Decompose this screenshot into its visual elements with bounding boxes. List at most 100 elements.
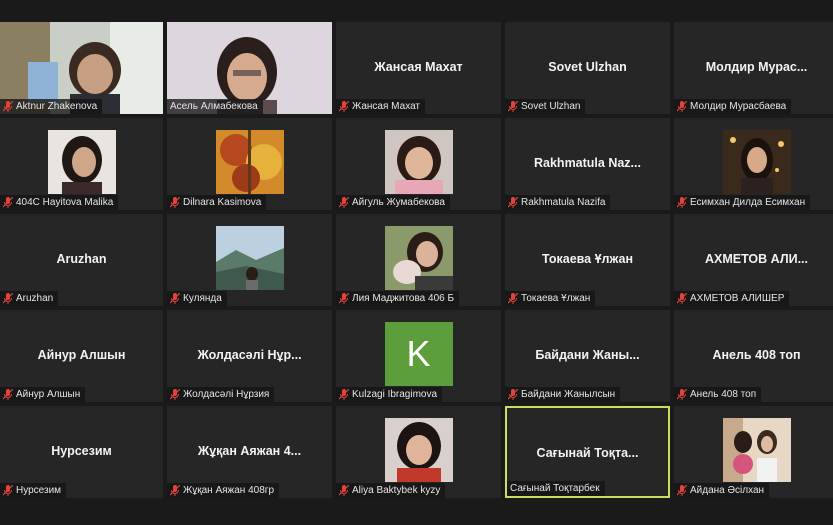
participant-name: Aliya Baktybek kyzy: [352, 485, 441, 496]
participant-name: Молдир Мурасбаева: [690, 101, 787, 112]
profile-photo: [384, 418, 453, 482]
muted-mic-icon: [677, 293, 687, 304]
participant-display-name: Нурсезим: [51, 444, 112, 458]
gallery-view: Aktnur Zhakenova Асель Алмабекова Жансая…: [0, 22, 833, 508]
muted-mic-icon: [677, 197, 687, 208]
profile-photo: [722, 418, 791, 482]
participant-name-label: Токаева Ұлжан: [505, 291, 596, 306]
participant-name-label: Асель Алмабекова: [167, 99, 263, 114]
participant-name-label: Rakhmatula Nazifa: [505, 195, 611, 210]
participant-display-name: АХМЕТОВ АЛИ...: [704, 252, 808, 266]
participant-name: Aruzhan: [16, 293, 54, 304]
participant-name-label: Лия Маджитова 406 Б: [336, 291, 460, 306]
avatar: K: [384, 322, 453, 386]
muted-mic-icon: [170, 197, 180, 208]
participant-name-label: Kulzagi Ibragimova: [336, 387, 443, 402]
participant-name: Сағынай Тоқтарбек: [510, 483, 600, 494]
muted-mic-icon: [677, 485, 687, 496]
participant-name-label: Анель 408 топ: [674, 387, 762, 402]
participant-tile[interactable]: Dilnara Kasimova: [167, 118, 332, 210]
participant-display-name: Sovet Ulzhan: [548, 60, 627, 74]
muted-mic-icon: [508, 101, 518, 112]
participant-tile[interactable]: АХМЕТОВ АЛИ... АХМЕТОВ АЛИШЕР: [674, 214, 833, 306]
participant-tile[interactable]: Токаева Ұлжан Токаева Ұлжан: [505, 214, 670, 306]
participant-tile[interactable]: 404C Hayitova Malika: [0, 118, 163, 210]
participant-name: Байдани Жанылсын: [521, 389, 616, 400]
muted-mic-icon: [677, 389, 687, 400]
participant-name: АХМЕТОВ АЛИШЕР: [690, 293, 785, 304]
participant-tile[interactable]: Айдана Әсілхан: [674, 406, 833, 498]
participant-tile[interactable]: Жолдасәлі Нұр... Жолдасәлі Нұрзия: [167, 310, 332, 402]
participant-name: Dilnara Kasimova: [183, 197, 262, 208]
participant-tile[interactable]: Aliya Baktybek kyzy: [336, 406, 501, 498]
muted-mic-icon: [677, 101, 687, 112]
participant-display-name: Анель 408 топ: [712, 348, 801, 362]
participant-display-name: Жансая Махат: [374, 60, 463, 74]
participant-tile[interactable]: Анель 408 топ Анель 408 топ: [674, 310, 833, 402]
muted-mic-icon: [3, 197, 13, 208]
profile-photo: [384, 130, 453, 194]
participant-name-label: Сағынай Тоқтарбек: [507, 481, 605, 496]
muted-mic-icon: [170, 389, 180, 400]
participant-name-label: Есимхан Дилда Есимхан: [674, 195, 811, 210]
participant-tile[interactable]: Кулянда: [167, 214, 332, 306]
muted-mic-icon: [3, 485, 13, 496]
muted-mic-icon: [508, 389, 518, 400]
participant-name-label: Dilnara Kasimova: [167, 195, 267, 210]
participant-name: Лия Маджитова 406 Б: [352, 293, 455, 304]
participant-display-name: Айнур Алшын: [37, 348, 126, 362]
participant-name-label: Жолдасәлі Нұрзия: [167, 387, 275, 402]
muted-mic-icon: [3, 101, 13, 112]
participant-tile[interactable]: Асель Алмабекова: [167, 22, 332, 114]
participant-tile[interactable]: Айнур Алшын Айнур Алшын: [0, 310, 163, 402]
participant-tile[interactable]: Есимхан Дилда Есимхан: [674, 118, 833, 210]
participant-name: Айгуль Жумабекова: [352, 197, 445, 208]
participant-name: Жұқан Аяжан 408гр: [183, 485, 275, 496]
participant-name-label: Кулянда: [167, 291, 227, 306]
muted-mic-icon: [339, 293, 349, 304]
participant-name-label: Айдана Әсілхан: [674, 483, 770, 498]
muted-mic-icon: [170, 293, 180, 304]
participant-tile[interactable]: Жансая Махат Жансая Махат: [336, 22, 501, 114]
participant-tile[interactable]: Aruzhan Aruzhan: [0, 214, 163, 306]
participant-tile[interactable]: Sovet Ulzhan Sovet Ulzhan: [505, 22, 670, 114]
participant-name-label: Aliya Baktybek kyzy: [336, 483, 446, 498]
participant-tile[interactable]: Айгуль Жумабекова: [336, 118, 501, 210]
participant-name-label: Aruzhan: [0, 291, 59, 306]
participant-display-name: Жолдасәлі Нұр...: [197, 348, 302, 362]
participant-name: Aktnur Zhakenova: [16, 101, 98, 112]
muted-mic-icon: [3, 389, 13, 400]
participant-tile[interactable]: Aktnur Zhakenova: [0, 22, 163, 114]
participant-name: Rakhmatula Nazifa: [521, 197, 606, 208]
profile-photo: [722, 130, 791, 194]
participant-name-label: Нурсезим: [0, 483, 67, 498]
participant-name: Айнур Алшын: [16, 389, 81, 400]
participant-tile[interactable]: Байдани Жаны... Байдани Жанылсын: [505, 310, 670, 402]
participant-name: Нурсезим: [16, 485, 62, 496]
participant-tile[interactable]: Нурсезим Нурсезим: [0, 406, 163, 498]
participant-display-name: Байдани Жаны...: [535, 348, 640, 362]
muted-mic-icon: [508, 293, 518, 304]
participant-tile[interactable]: Жұқан Аяжан 4... Жұқан Аяжан 408гр: [167, 406, 332, 498]
participant-tile[interactable]: Лия Маджитова 406 Б: [336, 214, 501, 306]
muted-mic-icon: [339, 197, 349, 208]
participant-tile[interactable]: Молдир Мурас... Молдир Мурасбаева: [674, 22, 833, 114]
muted-mic-icon: [508, 197, 518, 208]
participant-name-label: Aktnur Zhakenova: [0, 99, 103, 114]
active-speaker-tile[interactable]: Сағынай Тоқта... Сағынай Тоқтарбек: [505, 406, 670, 498]
participant-name-label: Молдир Мурасбаева: [674, 99, 792, 114]
participant-tile[interactable]: K Kulzagi Ibragimova: [336, 310, 501, 402]
participant-name: Жансая Махат: [352, 101, 420, 112]
participant-name-label: 404C Hayitova Malika: [0, 195, 119, 210]
profile-photo: [384, 226, 453, 290]
participant-display-name: Молдир Мурас...: [705, 60, 808, 74]
participant-name: Есимхан Дилда Есимхан: [690, 197, 806, 208]
profile-photo: [215, 226, 284, 290]
participant-display-name: Rakhmatula Naz...: [534, 156, 641, 170]
muted-mic-icon: [170, 485, 180, 496]
participant-display-name: Aruzhan: [56, 252, 107, 266]
profile-photo: [215, 130, 284, 194]
participant-name: 404C Hayitova Malika: [16, 197, 114, 208]
participant-name-label: Айнур Алшын: [0, 387, 86, 402]
participant-tile[interactable]: Rakhmatula Naz... Rakhmatula Nazifa: [505, 118, 670, 210]
